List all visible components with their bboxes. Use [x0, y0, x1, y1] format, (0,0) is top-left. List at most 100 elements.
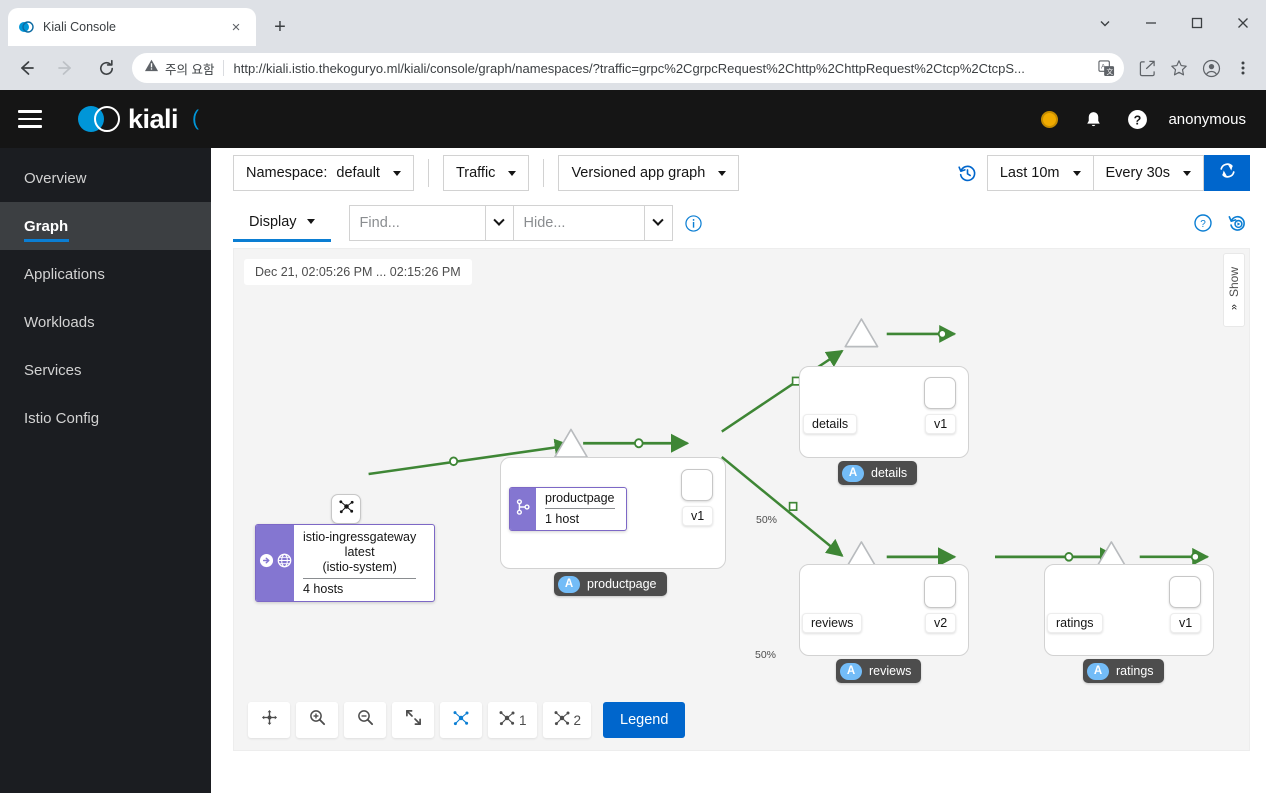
legend-button[interactable]: Legend — [603, 702, 686, 738]
hamburger-menu-icon[interactable] — [18, 102, 52, 136]
app-badge-reviews[interactable]: A reviews — [836, 659, 922, 683]
translate-icon[interactable]: A文 — [1094, 56, 1118, 80]
window-close-icon[interactable] — [1220, 3, 1266, 43]
globe-gateway-icon — [277, 553, 292, 573]
app-badge-letter: A — [558, 575, 580, 593]
help-circle-icon[interactable]: ? — [1190, 210, 1216, 236]
profile-avatar-icon[interactable] — [1196, 53, 1226, 83]
security-warning[interactable]: 주의 요함 — [144, 58, 214, 78]
route-body: productpage 1 host — [536, 488, 624, 530]
new-tab-button[interactable]: + — [266, 13, 294, 41]
kiali-logo-icon — [18, 19, 34, 35]
address-bar[interactable]: 주의 요함 http://kiali.istio.thekoguryo.ml/k… — [132, 53, 1124, 83]
app-badge-label: details — [871, 466, 908, 480]
hide-input[interactable] — [513, 206, 644, 240]
gateway-icon-band — [256, 525, 294, 602]
graph-type-label: Versioned app graph — [571, 165, 706, 181]
node-label-reviews-service: reviews — [802, 613, 863, 633]
workload-node-productpage-v1[interactable] — [681, 469, 713, 501]
traffic-graph-canvas[interactable]: Dec 21, 02:05:26 PM ... 02:15:26 PM Show… — [233, 248, 1250, 751]
gateway-version: latest — [344, 544, 375, 559]
replay-icon[interactable] — [1224, 210, 1250, 236]
workload-node-ratings-v1[interactable] — [1169, 576, 1201, 608]
find-input[interactable] — [349, 206, 485, 240]
app-badge-ratings[interactable]: A ratings — [1083, 659, 1164, 683]
route-title: productpage — [545, 491, 615, 505]
app-sidebar: Overview Graph Applications Workloads Se… — [0, 148, 211, 793]
refresh-interval-label: Every 30s — [1105, 165, 1170, 181]
back-arrow-icon[interactable] — [10, 52, 42, 84]
status-circle-icon[interactable] — [1036, 106, 1062, 132]
sidebar-item-services[interactable]: Services — [0, 346, 211, 394]
browser-tab[interactable]: Kiali Console × — [8, 8, 256, 46]
svg-text:文: 文 — [1106, 66, 1113, 75]
reload-icon[interactable] — [90, 52, 122, 84]
app-brand-suffix: ( — [192, 107, 200, 130]
edge-percent-reviews: 50% — [755, 649, 777, 661]
app-badge-productpage[interactable]: A productpage — [554, 572, 667, 596]
chevron-down-icon — [306, 219, 315, 224]
app-badge-letter: A — [842, 464, 864, 482]
main-content: Namespace: default Traffic Versioned app… — [211, 148, 1266, 793]
workload-node-reviews-v2[interactable] — [924, 576, 956, 608]
node-label-ratings-v1: v1 — [1170, 613, 1202, 633]
find-dropdown-button[interactable] — [484, 206, 513, 240]
app-badge-label: reviews — [869, 664, 912, 678]
service-entry-node[interactable] — [331, 494, 361, 524]
fit-to-screen-button[interactable] — [392, 702, 434, 738]
chevron-down-icon[interactable] — [1082, 3, 1128, 43]
node-productpage-route[interactable]: productpage 1 host — [509, 487, 627, 531]
hide-dropdown-button[interactable] — [643, 206, 672, 240]
zoom-out-button[interactable] — [344, 702, 386, 738]
help-circle-icon[interactable]: ? — [1124, 106, 1150, 132]
layout-2-button[interactable]: 2 — [542, 702, 592, 738]
display-menu-button[interactable]: Display — [233, 204, 331, 242]
forward-arrow-icon — [50, 52, 82, 84]
sidebar-item-istio-config[interactable]: Istio Config — [0, 394, 211, 442]
user-name[interactable]: anonymous — [1168, 111, 1246, 128]
minimize-icon[interactable] — [1128, 3, 1174, 43]
sidebar-item-workloads[interactable]: Workloads — [0, 298, 211, 346]
svg-text:?: ? — [1134, 113, 1142, 127]
node-istio-ingressgateway[interactable]: istio-ingressgateway latest (istio-syste… — [255, 524, 435, 603]
bell-icon[interactable] — [1080, 106, 1106, 132]
namespace-selector[interactable]: Namespace: default — [233, 155, 414, 191]
app-badge-label: productpage — [587, 577, 657, 591]
service-entry-icon — [338, 498, 355, 520]
workload-node-details-v1[interactable] — [924, 377, 956, 409]
graph-layout-icon — [498, 709, 516, 732]
toolbar-divider — [543, 159, 545, 187]
pan-move-icon — [261, 709, 278, 731]
time-range-selector[interactable]: Last 10m — [986, 155, 1094, 191]
history-clock-icon[interactable] — [953, 158, 983, 188]
graph-toolbar-secondary: Display ? — [211, 198, 1266, 248]
app-badge-letter: A — [1087, 662, 1109, 680]
star-icon[interactable] — [1164, 53, 1194, 83]
pan-button[interactable] — [248, 702, 290, 738]
node-label-ratings-service: ratings — [1047, 613, 1103, 633]
share-icon[interactable] — [1132, 53, 1162, 83]
sidebar-item-overview[interactable]: Overview — [0, 154, 211, 202]
layout-1-button[interactable]: 1 — [488, 702, 537, 738]
browser-tab-title: Kiali Console — [43, 20, 116, 34]
refresh-interval-selector[interactable]: Every 30s — [1093, 155, 1204, 191]
route-hosts: 1 host — [545, 512, 580, 526]
sidebar-item-graph[interactable]: Graph — [0, 202, 211, 250]
close-icon[interactable]: × — [226, 17, 246, 37]
omnibox-divider — [223, 60, 225, 76]
hide-combo[interactable] — [513, 205, 673, 241]
layout-default-button[interactable] — [440, 702, 482, 738]
app-badge-details[interactable]: A details — [838, 461, 918, 485]
layout-1-label: 1 — [519, 712, 527, 728]
gateway-namespace: (istio-system) — [322, 559, 397, 574]
kebab-menu-icon[interactable] — [1228, 53, 1258, 83]
info-circle-icon[interactable] — [681, 210, 707, 236]
namespace-label: Namespace: — [246, 165, 328, 181]
refresh-button[interactable] — [1204, 155, 1250, 191]
zoom-in-button[interactable] — [296, 702, 338, 738]
sidebar-item-applications[interactable]: Applications — [0, 250, 211, 298]
graph-type-selector[interactable]: Versioned app graph — [558, 155, 740, 191]
maximize-icon[interactable] — [1174, 3, 1220, 43]
traffic-selector[interactable]: Traffic — [442, 155, 530, 191]
find-combo[interactable] — [348, 205, 514, 241]
